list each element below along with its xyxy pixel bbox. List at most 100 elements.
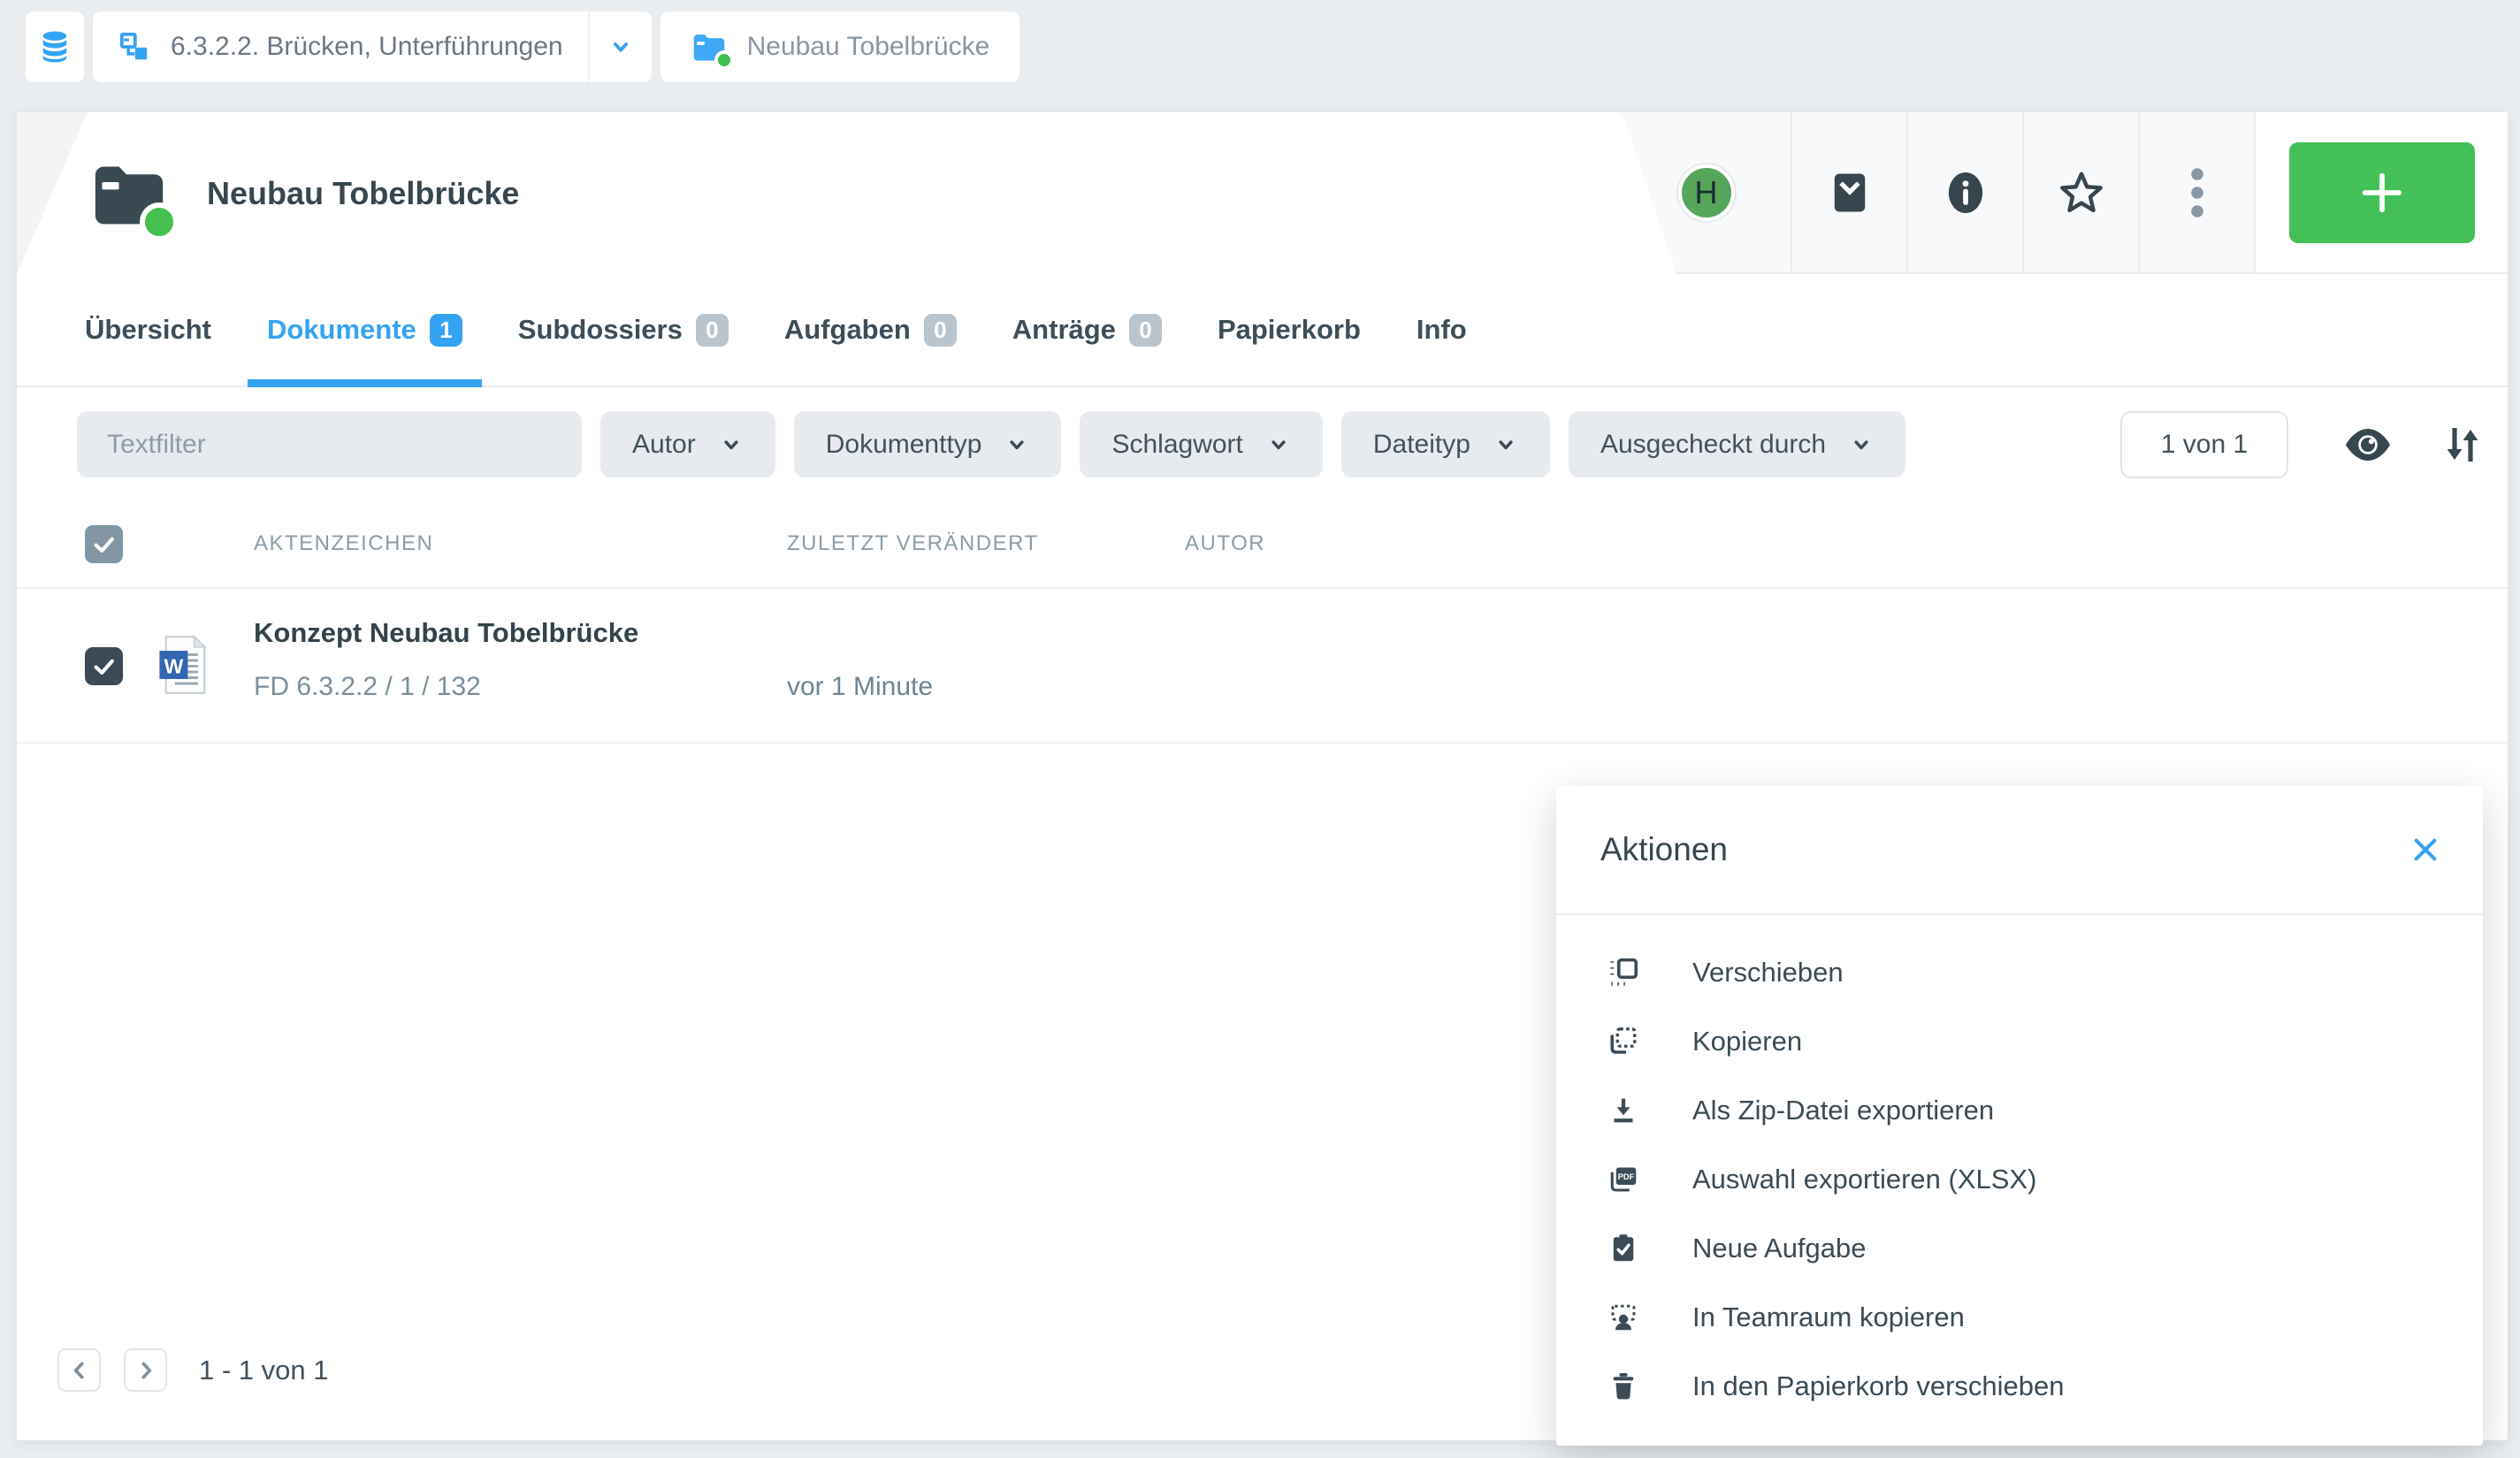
chevron-down-icon [1004,432,1029,457]
context-tab-label: 6.3.2.2. Brücken, Unterführungen [171,32,563,62]
tab-antraege[interactable]: Anträge 0 [1012,274,1162,385]
tab-papierkorb[interactable]: Papierkorb [1218,274,1361,385]
add-button[interactable] [2289,142,2475,243]
info-button[interactable] [1906,112,2022,274]
more-actions-button[interactable] [2138,112,2254,274]
close-icon [2409,833,2442,866]
mail-button[interactable] [1791,112,1906,274]
page-title: Neubau Tobelbrücke [207,175,519,212]
dossier-tab-label: Neubau Tobelbrücke [747,32,990,62]
search-input[interactable] [77,411,582,477]
folder-icon [88,156,170,231]
info-icon [1945,168,1986,218]
tab-aufgaben[interactable]: Aufgaben 0 [784,274,957,385]
table-row[interactable]: W Konzept Neubau Tobelbrücke FD 6.3.2.2 … [17,589,2508,744]
tab-badge: 0 [696,314,729,347]
plus-icon [2356,167,2408,218]
tab-uebersicht[interactable]: Übersicht [85,274,211,385]
column-zuletzt-veraendert: ZULETZT VERÄNDERT [787,531,1039,556]
status-dot [140,202,179,241]
copy-icon [1607,1026,1639,1057]
close-button[interactable] [2405,829,2446,870]
chevron-down-icon [1266,432,1291,457]
teamroom-icon [1607,1302,1639,1333]
action-export-xlsx[interactable]: PDF Auswahl exportieren (XLSX) [1556,1145,2483,1214]
filter-autor[interactable]: Autor [600,411,775,477]
action-kopieren[interactable]: Kopieren [1556,1007,2483,1076]
sitemap-icon [118,30,151,64]
actions-panel: Aktionen Verschieben [1556,786,2483,1446]
previous-page-button[interactable] [57,1348,101,1392]
column-autor: AUTOR [1185,531,1265,556]
document-modified: vor 1 Minute [787,672,933,702]
favorite-button[interactable] [2022,112,2138,274]
tab-info[interactable]: Info [1417,274,1467,385]
breadcrumb-context-tab: 6.3.2.2. Brücken, Unterführungen [93,11,652,82]
dossier-header: Neubau Tobelbrücke [88,112,519,274]
document-title[interactable]: Konzept Neubau Tobelbrücke [254,617,638,649]
move-icon [1607,957,1639,989]
filter-ausgecheckt-durch[interactable]: Ausgecheckt durch [1569,411,1905,477]
tab-badge: 0 [924,314,957,347]
actions-list: Verschieben Kopieren Als Zip-Datei expor… [1556,915,2483,1421]
chevron-down-icon [719,432,744,457]
decorative-wedge [17,112,88,274]
filter-bar: Autor Dokumenttyp Schlagwort Dateityp Au… [77,411,2481,477]
tab-subdossiers[interactable]: Subdossiers 0 [518,274,729,385]
user-avatar-cell[interactable]: H [1622,112,1791,274]
kebab-icon [2190,167,2204,218]
download-icon [1607,1095,1639,1126]
action-teamraum-kopieren[interactable]: In Teamraum kopieren [1556,1283,2483,1352]
actions-panel-title: Aktionen [1600,831,2405,868]
action-zip-export[interactable]: Als Zip-Datei exportieren [1556,1076,2483,1145]
visibility-button[interactable] [2344,427,2392,462]
tab-badge: 0 [1129,314,1162,347]
filter-schlagwort[interactable]: Schlagwort [1080,411,1322,477]
database-icon [37,29,73,65]
dossier-tab-button[interactable]: Neubau Tobelbrücke [661,11,1020,82]
context-dropdown-button[interactable] [588,11,652,82]
column-aktenzeichen: AKTENZEICHEN [254,531,433,556]
filter-dateityp[interactable]: Dateityp [1341,411,1550,477]
chevron-down-icon [607,34,634,60]
trash-icon [1607,1370,1639,1402]
next-page-button[interactable] [124,1348,167,1392]
row-checkbox[interactable] [85,647,123,685]
eye-icon [2344,427,2392,462]
tab-badge: 1 [430,314,462,347]
status-dot [714,50,734,70]
action-neue-aufgabe[interactable]: Neue Aufgabe [1556,1214,2483,1283]
dossier-folder-icon [691,30,728,64]
table-header: AKTENZEICHEN ZULETZT VERÄNDERT AUTOR [17,501,2508,589]
chevron-down-icon [1849,432,1874,457]
sort-button[interactable] [2444,424,2481,466]
action-verschieben[interactable]: Verschieben [1556,938,2483,1007]
actions-panel-header: Aktionen [1556,786,2483,915]
top-navigation-bar: 6.3.2.2. Brücken, Unterführungen Neubau … [26,11,1019,82]
document-reference: FD 6.3.2.2 / 1 / 132 [254,672,481,702]
svg-text:PDF: PDF [1618,1172,1635,1181]
svg-text:W: W [164,654,183,677]
task-icon [1607,1233,1639,1264]
sort-icon [2444,424,2481,466]
header-toolbar: H [1622,112,2508,274]
result-count: 1 von 1 [2120,411,2288,478]
avatar: H [1678,164,1735,221]
tab-bar: Übersicht Dokumente 1 Subdossiers 0 Aufg… [17,274,2508,387]
star-icon [2057,168,2106,218]
pagination-range: 1 - 1 von 1 [199,1355,328,1386]
mail-icon [1827,168,1873,218]
action-papierkorb[interactable]: In den Papierkorb verschieben [1556,1352,2483,1421]
tab-dokumente[interactable]: Dokumente 1 [267,274,462,385]
context-tab-button[interactable]: 6.3.2.2. Brücken, Unterführungen [93,11,588,82]
filter-dokumenttyp[interactable]: Dokumenttyp [794,411,1062,477]
add-cell [2254,112,2508,274]
select-all-checkbox[interactable] [85,525,123,563]
export-file-icon: PDF [1607,1164,1639,1195]
home-button[interactable] [26,11,84,82]
word-doc-icon: W [158,634,210,696]
chevron-down-icon [1493,432,1518,457]
chevron-right-icon [134,1359,157,1382]
pagination: 1 - 1 von 1 [57,1348,328,1392]
chevron-left-icon [68,1359,91,1382]
